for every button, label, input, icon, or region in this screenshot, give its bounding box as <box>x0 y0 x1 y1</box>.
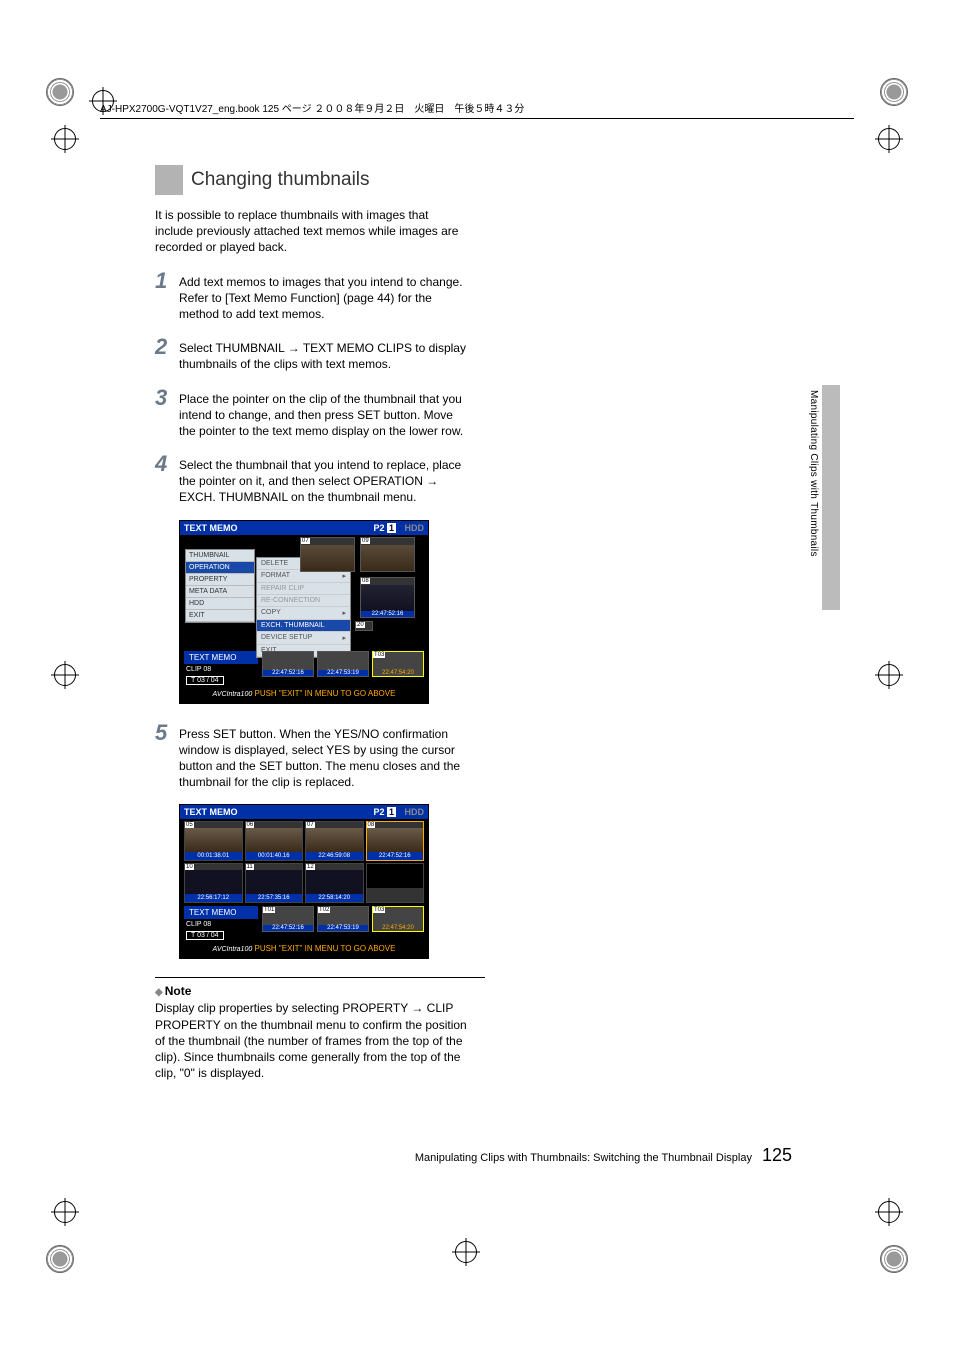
step-3-text: Place the pointer on the clip of the thu… <box>179 387 470 440</box>
step-4-text: Select the thumbnail that you intend to … <box>179 453 470 506</box>
step-number: 4 <box>155 453 179 506</box>
ss1-main-menu: THUMBNAIL OPERATION PROPERTY META DATA H… <box>185 549 255 623</box>
crop-mark <box>880 78 908 106</box>
grid-cell <box>366 863 425 903</box>
menu-hdd: HDD <box>186 598 254 610</box>
hdd-label: HDD <box>405 523 425 533</box>
registration-mark <box>878 664 900 686</box>
menu-operation: OPERATION <box>186 562 254 574</box>
step-number: 1 <box>155 270 179 323</box>
clip-count: T 03 / 04 <box>186 931 224 940</box>
crop-mark <box>46 78 74 106</box>
step-number: 3 <box>155 387 179 440</box>
hdd-label: HDD <box>405 807 425 817</box>
registration-mark <box>878 128 900 150</box>
registration-mark <box>54 128 76 150</box>
screenshot-menu: TEXT MEMO P2 1 HDD THUMBNAIL OPERATION P… <box>179 520 429 704</box>
ss1-title: TEXT MEMO <box>184 523 238 533</box>
footer-text: Manipulating Clips with Thumbnails: Swit… <box>415 1152 752 1164</box>
format-logo: AVCIntra100 <box>213 691 253 698</box>
p2-label: P2 <box>373 523 384 533</box>
grid-cell: 0500:01:38.01 <box>184 821 243 861</box>
note-rule <box>155 977 485 978</box>
crop-mark <box>880 1245 908 1273</box>
clip-name: CLIP 08 <box>186 666 211 673</box>
screenshot-grid: TEXT MEMO P2 1 HDD 0500:01:38.01 0600:01… <box>179 804 429 959</box>
submenu-copy: COPY <box>261 609 281 617</box>
grid-cell: 1222:58:14:20 <box>305 863 364 903</box>
grid-cell: 1022:56:17:12 <box>184 863 243 903</box>
menu-property: PROPERTY <box>186 574 254 586</box>
submenu-exch-thumbnail: EXCH. THUMBNAIL <box>261 622 325 629</box>
ss1-footer: PUSH "EXIT" IN MENU TO GO ABOVE <box>254 689 395 698</box>
intro-text: It is possible to replace thumbnails wit… <box>155 207 465 256</box>
registration-mark <box>878 1201 900 1223</box>
grid-cell: 0722:46:59:08 <box>305 821 364 861</box>
ss1-submenu: DELETE FORMAT▸ REPAIR CLIP RE-CONNECTION… <box>256 557 351 658</box>
submenu-reconnection: RE-CONNECTION <box>261 597 320 604</box>
page-number: 125 <box>762 1145 792 1166</box>
clip-count: T 03 / 04 <box>186 676 224 685</box>
registration-mark <box>54 664 76 686</box>
step-number: 2 <box>155 336 179 372</box>
menu-thumbnail: THUMBNAIL <box>186 550 254 562</box>
submenu-device-setup: DEVICE SETUP <box>261 634 312 642</box>
clip-label: TEXT MEMO <box>189 908 236 917</box>
submenu-format: FORMAT <box>261 572 290 580</box>
p2-label: P2 <box>373 807 384 817</box>
menu-exit: EXIT <box>186 610 254 622</box>
note-heading: Note <box>155 984 800 998</box>
note-body: Display clip properties by selecting PRO… <box>155 1000 470 1081</box>
crop-mark <box>46 1245 74 1273</box>
side-tab-text: Manipulating Clips with Thumbnails <box>808 390 819 557</box>
ss2-title: TEXT MEMO <box>184 807 238 817</box>
p2-slot: 1 <box>387 807 396 817</box>
side-tab-strip <box>822 385 840 610</box>
grid-cell: 0822:47:52:16 <box>366 821 425 861</box>
book-header: AJ-HPX2700G-VQT1V27_eng.book 125 ページ ２００… <box>100 104 524 115</box>
submenu-repair: REPAIR CLIP <box>261 585 304 592</box>
section-title: Changing thumbnails <box>183 165 800 195</box>
step-5-text: Press SET button. When the YES/NO confir… <box>179 722 470 791</box>
thumb-08: 09 <box>360 537 415 572</box>
thumb-07: 07 <box>300 537 355 572</box>
submenu-delete: DELETE <box>261 560 288 567</box>
ss2-footer: PUSH "EXIT" IN MENU TO GO ABOVE <box>254 944 395 953</box>
grid-cell: 0600:01:40.16 <box>245 821 304 861</box>
clip-label: TEXT MEMO <box>189 653 236 662</box>
step-number: 5 <box>155 722 179 791</box>
menu-metadata: META DATA <box>186 586 254 598</box>
registration-mark <box>54 1201 76 1223</box>
clip-name: CLIP 08 <box>186 921 211 928</box>
thumb-09: 08 22:47:52:16 <box>360 577 415 618</box>
step-1-text: Add text memos to images that you intend… <box>179 270 470 323</box>
format-logo: AVCIntra100 <box>213 946 253 953</box>
p2-slot: 1 <box>387 523 396 533</box>
thumb-20: 20 <box>355 621 373 631</box>
grid-cell: 1122:57:35:16 <box>245 863 304 903</box>
step-2-text: Select THUMBNAIL → TEXT MEMO CLIPS to di… <box>179 336 470 372</box>
registration-mark <box>455 1241 477 1263</box>
section-title-bar: Changing thumbnails <box>155 165 800 195</box>
